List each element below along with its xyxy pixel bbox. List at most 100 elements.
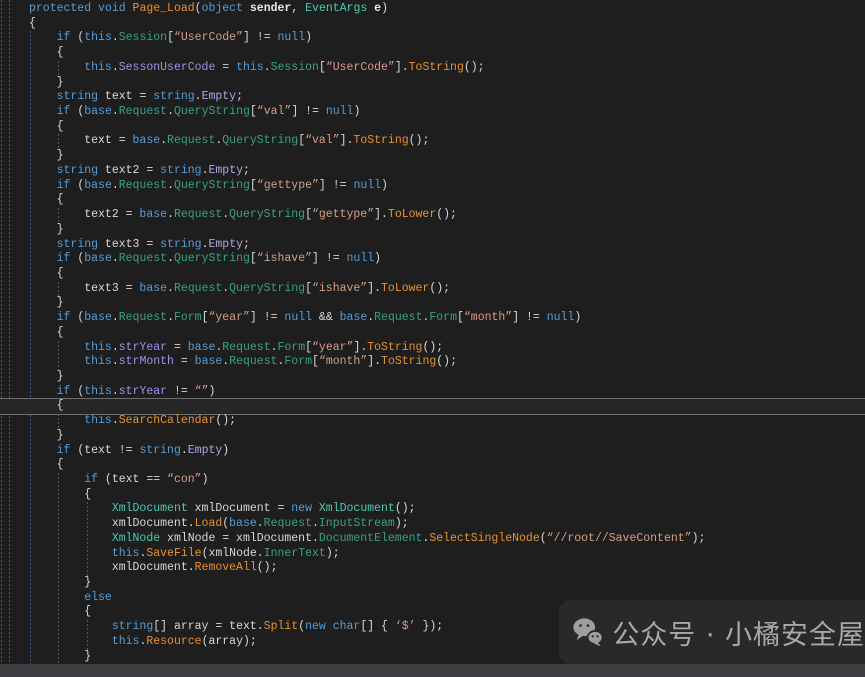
code-line[interactable]: }: [0, 149, 705, 164]
code-line[interactable]: this.SaveFile(xmlNode.InnerText);: [0, 547, 705, 562]
code-token: Form: [429, 311, 457, 324]
code-token: base: [188, 341, 216, 354]
code-line[interactable]: {: [0, 399, 705, 414]
code-line[interactable]: string text2 = string.Empty;: [0, 164, 705, 179]
code-token: .: [167, 179, 174, 192]
code-token: string: [160, 238, 201, 251]
code-line[interactable]: }: [0, 76, 705, 91]
code-token: [29, 635, 112, 648]
code-line[interactable]: this.SearchCalendar();: [0, 414, 705, 429]
code-token: base: [195, 355, 223, 368]
code-line[interactable]: XmlDocument xmlDocument = new XmlDocumen…: [0, 502, 705, 517]
code-line[interactable]: if (base.Request.QueryString[“val”] != n…: [0, 105, 705, 120]
code-token: .: [167, 105, 174, 118]
decompiler-code-editor[interactable]: protected void Page_Load(object sender, …: [0, 0, 865, 677]
code-token: “gettype”: [312, 208, 374, 221]
code-token: .: [112, 105, 119, 118]
code-token: ();: [257, 561, 278, 574]
code-token: Resource: [146, 635, 201, 648]
code-line[interactable]: if (base.Request.QueryString[“ishave”] !…: [0, 252, 705, 267]
code-token: ();: [464, 61, 485, 74]
code-line[interactable]: {: [0, 458, 705, 473]
code-token: [: [312, 355, 319, 368]
code-token: {: [29, 488, 91, 501]
code-token: ();: [409, 134, 430, 147]
code-token: null: [347, 252, 375, 265]
code-line[interactable]: xmlDocument.Load(base.Request.InputStrea…: [0, 517, 705, 532]
code-line[interactable]: if (text != string.Empty): [0, 444, 705, 459]
code-token: {: [29, 17, 36, 30]
code-line[interactable]: if (this.strYear != “”): [0, 385, 705, 400]
code-token: ].: [367, 282, 381, 295]
code-token: if: [57, 444, 71, 457]
code-token: this: [84, 341, 112, 354]
code-token: Request: [264, 517, 312, 530]
code-line[interactable]: XmlNode xmlNode = xmlDocument.DocumentEl…: [0, 532, 705, 547]
code-line[interactable]: this.strMonth = base.Request.Form[“month…: [0, 355, 705, 370]
code-line[interactable]: }: [0, 296, 705, 311]
code-line[interactable]: string text3 = string.Empty;: [0, 238, 705, 253]
code-token: this: [236, 61, 264, 74]
code-token: .: [167, 282, 174, 295]
code-token: [29, 311, 57, 324]
code-token: .: [257, 517, 264, 530]
code-line[interactable]: {: [0, 46, 705, 61]
code-token: Session: [271, 61, 319, 74]
code-line[interactable]: xmlDocument.RemoveAll();: [0, 561, 705, 576]
code-token: “//root//SaveContent”: [547, 532, 692, 545]
code-token: base: [84, 105, 112, 118]
code-token: );: [326, 547, 340, 560]
code-line[interactable]: if (base.Request.QueryString[“gettype”] …: [0, 179, 705, 194]
code-line[interactable]: {: [0, 120, 705, 135]
code-line[interactable]: this.strYear = base.Request.Form[“year”]…: [0, 341, 705, 356]
code-token: this: [112, 635, 140, 648]
code-token: ();: [436, 355, 457, 368]
code-token: (text !=: [70, 444, 139, 457]
code-line[interactable]: text = base.Request.QueryString[“val”].T…: [0, 134, 705, 149]
code-token: {: [29, 46, 64, 59]
code-token: xmlDocument.: [29, 517, 195, 530]
code-token: base: [133, 134, 161, 147]
code-line[interactable]: this.SessonUserCode = this.Session[“User…: [0, 61, 705, 76]
code-token: }: [29, 296, 64, 309]
code-line[interactable]: text3 = base.Request.QueryString[“ishave…: [0, 282, 705, 297]
code-token: [29, 164, 57, 177]
code-token: ;: [236, 90, 243, 103]
code-line[interactable]: }: [0, 576, 705, 591]
code-line[interactable]: if (this.Session[“UserCode”] != null): [0, 31, 705, 46]
code-token: (: [70, 31, 84, 44]
code-token: else: [84, 591, 112, 604]
code-token: “”: [195, 385, 209, 398]
code-line[interactable]: if (base.Request.Form[“year”] != null &&…: [0, 311, 705, 326]
code-token: .: [167, 208, 174, 221]
code-line[interactable]: string text = string.Empty;: [0, 90, 705, 105]
code-line[interactable]: }: [0, 370, 705, 385]
code-token: new: [291, 502, 312, 515]
code-line[interactable]: }: [0, 223, 705, 238]
code-line[interactable]: }: [0, 429, 705, 444]
code-token: string: [57, 164, 98, 177]
code-token: base: [84, 311, 112, 324]
code-token: “gettype”: [257, 179, 319, 192]
code-token: {: [29, 120, 64, 133]
horizontal-scrollbar[interactable]: [0, 664, 865, 677]
code-token: .: [181, 444, 188, 457]
code-token: {: [29, 605, 91, 618]
code-token: ): [381, 179, 388, 192]
code-token: ] !=: [243, 31, 278, 44]
code-token: this: [84, 414, 112, 427]
code-token: [29, 385, 57, 398]
code-line[interactable]: {: [0, 488, 705, 503]
code-token: InnerText: [264, 547, 326, 560]
code-line[interactable]: if (text == “con”): [0, 473, 705, 488]
code-line[interactable]: {: [0, 193, 705, 208]
code-token: base: [340, 311, 368, 324]
code-line[interactable]: text2 = base.Request.QueryString[“gettyp…: [0, 208, 705, 223]
code-token: (: [540, 532, 547, 545]
code-token: ToString: [367, 341, 422, 354]
code-line[interactable]: {: [0, 267, 705, 282]
code-token: QueryString: [174, 252, 250, 265]
code-line[interactable]: protected void Page_Load(object sender, …: [0, 2, 705, 17]
code-line[interactable]: {: [0, 17, 705, 32]
code-line[interactable]: {: [0, 326, 705, 341]
